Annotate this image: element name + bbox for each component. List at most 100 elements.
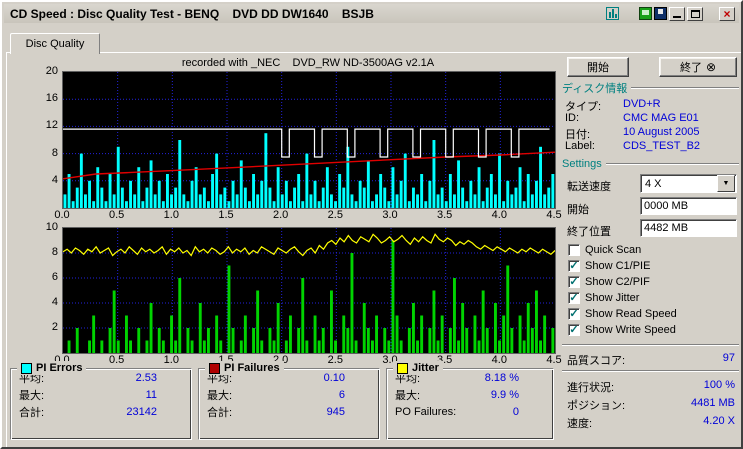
- stat-row: 合計: 23142: [11, 403, 191, 420]
- end-position-input[interactable]: [640, 219, 737, 237]
- tab-disc-quality[interactable]: Disc Quality: [10, 33, 100, 54]
- stat-value: 23142: [126, 405, 157, 418]
- dropdown-button[interactable]: ▼: [717, 175, 735, 192]
- stats-box-title: Jitter: [412, 362, 439, 374]
- info-value: CMC MAG E01: [623, 112, 699, 124]
- minimize-button[interactable]: [669, 6, 685, 21]
- pie-chart-y-axis: 20 16 12 8 4: [32, 65, 58, 207]
- x-tick-label: 2.5: [327, 354, 343, 366]
- y-tick-label: 8: [51, 146, 58, 159]
- stat-value: 945: [326, 405, 345, 418]
- stats-box-legend: Jitter: [393, 361, 443, 375]
- x-tick-label: 3.0: [382, 209, 398, 221]
- app-window: CD Speed : Disc Quality Test - BENQ DVD …: [0, 0, 743, 449]
- checkbox-show-write-speed[interactable]: ✓: [568, 323, 580, 336]
- checkbox-quick-scan[interactable]: [568, 243, 580, 256]
- y-tick-label: 4: [51, 296, 58, 308]
- pie-chart-x-axis: 0.0 0.5 1.0 1.5 2.0 2.5 3.0 3.5 4.0 4.5: [54, 207, 561, 221]
- checkbox-label: Quick Scan: [585, 243, 642, 256]
- stats-box-title: PI Failures: [224, 362, 280, 374]
- info-value: CDS_TEST_B2: [623, 140, 701, 152]
- checkbox-label: Show Read Speed: [585, 307, 677, 320]
- exit-button[interactable]: 終了 ⊗: [659, 57, 737, 77]
- disc-info-row-id: ID: CMC MAG E01: [565, 112, 737, 125]
- stat-label: 最大:: [395, 389, 421, 402]
- chart-icon[interactable]: [606, 7, 619, 20]
- jitter-swatch-icon: [397, 362, 408, 374]
- disc-info-row-type: タイプ: DVD+R: [565, 98, 737, 113]
- speed-label: 速度:: [567, 418, 593, 430]
- checkbox-row-show-c1-pie: ✓ Show C1/PIE: [568, 259, 650, 272]
- x-tick-label: 1.5: [218, 209, 234, 221]
- titlebar-buttons: ×: [604, 6, 735, 21]
- checkbox-show-jitter[interactable]: ✓: [568, 291, 580, 304]
- stat-label: PO Failures:: [395, 405, 457, 418]
- exit-icon: ⊗: [705, 60, 717, 74]
- progress-row: 進行状況: 100 %: [565, 379, 737, 394]
- checkbox-row-show-write-speed: ✓ Show Write Speed: [568, 323, 676, 336]
- maximize-icon: [690, 9, 700, 18]
- x-tick-label: 1.0: [163, 209, 179, 221]
- info-label: Label:: [565, 140, 595, 152]
- checkbox-label: Show C2/PIF: [585, 275, 650, 288]
- x-tick-label: 4.5: [546, 209, 562, 221]
- x-tick-label: 4.0: [491, 354, 507, 366]
- divider: [562, 344, 739, 346]
- pi-errors-swatch-icon: [21, 362, 32, 374]
- checkbox-label: Show C1/PIE: [585, 259, 651, 272]
- checkbox-row-show-c2-pif: ✓ Show C2/PIF: [568, 275, 650, 288]
- transfer-speed-select[interactable]: 4 X ▼: [640, 174, 737, 193]
- x-tick-label: 1.0: [163, 354, 179, 366]
- close-button[interactable]: ×: [719, 6, 735, 21]
- pie-chart-plot: [62, 71, 556, 209]
- screenshot-icon[interactable]: [639, 7, 652, 20]
- transfer-speed-value: 4 X: [645, 177, 662, 190]
- end-position-label: 終了位置: [567, 226, 611, 238]
- window-title: CD Speed : Disc Quality Test - BENQ DVD …: [10, 6, 374, 21]
- settings-title: Settings: [562, 158, 602, 170]
- y-tick-label: 10: [45, 221, 58, 233]
- x-tick-label: 4.0: [491, 209, 507, 221]
- stat-value: 9.9 %: [490, 388, 519, 401]
- quality-score-label: 品質スコア:: [567, 355, 626, 367]
- checkbox-show-c2-pif[interactable]: ✓: [568, 275, 580, 288]
- disc-info-row-date: 日付: 10 August 2005: [565, 126, 737, 141]
- save-icon[interactable]: [654, 7, 667, 20]
- x-tick-label: 0.0: [54, 209, 70, 221]
- stat-label: 合計:: [19, 406, 45, 419]
- start-button[interactable]: 開始: [567, 57, 629, 77]
- stat-value: 6: [338, 388, 345, 401]
- x-tick-label: 0.5: [109, 209, 125, 221]
- y-tick-label: 12: [45, 119, 58, 132]
- stats-box-jitter: Jitter 平均: 8.18 % 最大: 9.9 % PO Failures: 0: [386, 361, 554, 440]
- stats-box-title: PI Errors: [36, 362, 83, 374]
- y-tick-label: 2: [51, 321, 58, 333]
- checkbox-label: Show Jitter: [585, 291, 640, 304]
- section-divider: [605, 163, 739, 165]
- x-tick-label: 0.5: [109, 354, 125, 366]
- close-icon: ×: [723, 6, 731, 21]
- stat-value: 0: [512, 405, 519, 418]
- checkbox-show-read-speed[interactable]: ✓: [568, 307, 580, 320]
- y-tick-label: 16: [45, 92, 58, 105]
- info-value: DVD+R: [623, 98, 661, 110]
- minimize-icon: [673, 16, 681, 18]
- pi-failures-swatch-icon: [209, 362, 220, 374]
- transfer-speed-label: 転送速度: [567, 181, 611, 193]
- stat-label: 最大:: [207, 389, 233, 402]
- pif-jitter-chart-plot: [62, 227, 556, 354]
- x-tick-label: 2.0: [273, 209, 289, 221]
- checkbox-show-c1-pie[interactable]: ✓: [568, 259, 580, 272]
- disc-info-row-label: Label: CDS_TEST_B2: [565, 140, 737, 153]
- y-tick-label: 8: [51, 246, 58, 258]
- info-value: 10 August 2005: [623, 126, 700, 138]
- checkbox-row-show-read-speed: ✓ Show Read Speed: [568, 307, 677, 320]
- start-position-input[interactable]: [640, 197, 737, 215]
- exit-button-label: 終了: [679, 62, 702, 74]
- position-label: ポジション:: [567, 400, 626, 412]
- stats-box-legend: PI Errors: [17, 361, 87, 375]
- maximize-button[interactable]: [687, 6, 703, 21]
- progress-label: 進行状況:: [567, 382, 615, 394]
- position-value: 4481 MB: [690, 397, 735, 409]
- tab-label: Disc Quality: [25, 38, 85, 50]
